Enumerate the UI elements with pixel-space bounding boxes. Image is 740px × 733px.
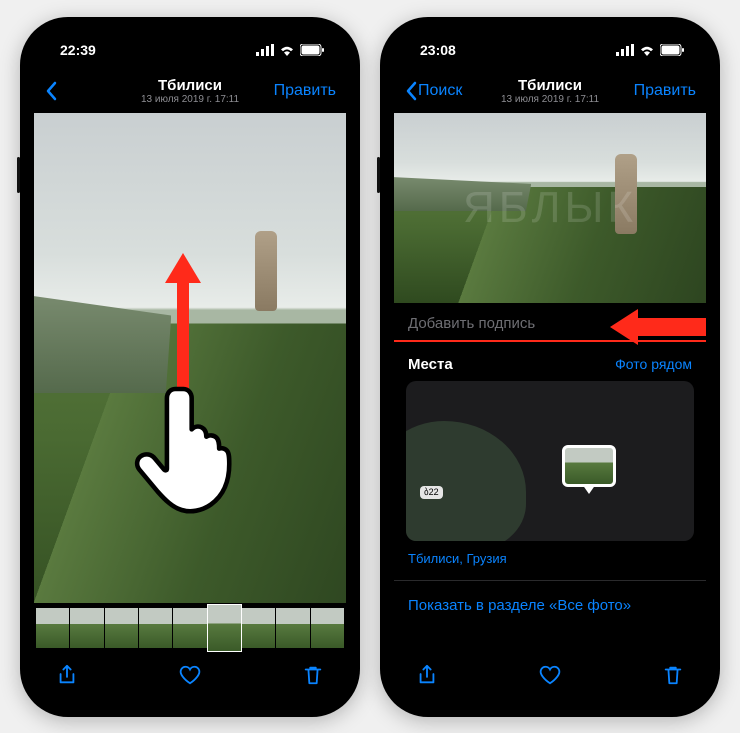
share-button[interactable]	[56, 664, 78, 691]
photo	[34, 113, 346, 653]
trash-icon	[662, 664, 684, 686]
thumb[interactable]	[36, 608, 69, 648]
nav-title: Тбилиси	[114, 77, 266, 94]
notch	[110, 17, 270, 43]
share-icon	[56, 664, 78, 686]
heart-icon	[539, 664, 561, 686]
divider	[394, 580, 706, 581]
wifi-icon	[639, 44, 655, 56]
share-icon	[416, 664, 438, 686]
status-time: 22:39	[60, 42, 96, 58]
share-button[interactable]	[416, 664, 438, 691]
nav-subtitle: 13 июля 2019 г. 17:11	[114, 94, 266, 105]
thumbnail-strip[interactable]	[34, 603, 346, 653]
battery-icon	[300, 44, 324, 56]
edit-button[interactable]: Править	[266, 82, 336, 100]
nav-bar: Поиск Тбилиси 13 июля 2019 г. 17:11 Прав…	[394, 69, 706, 113]
thumb-selected[interactable]	[208, 605, 241, 651]
nav-title-group: Тбилиси 13 июля 2019 г. 17:11	[474, 77, 626, 105]
favorite-button[interactable]	[539, 664, 561, 691]
wifi-icon	[279, 44, 295, 56]
nav-bar: Тбилиси 13 июля 2019 г. 17:11 Править	[34, 69, 346, 113]
thumb[interactable]	[276, 608, 309, 648]
nav-subtitle: 13 июля 2019 г. 17:11	[474, 94, 626, 105]
map-pin[interactable]	[562, 445, 616, 487]
delete-button[interactable]	[302, 664, 324, 691]
map-preview[interactable]: ბ22	[406, 381, 694, 541]
callout-arrow-icon	[610, 309, 706, 345]
photo-preview[interactable]: ЯБЛЫК	[394, 113, 706, 303]
chevron-left-icon	[404, 81, 418, 101]
nav-title: Тбилиси	[474, 77, 626, 94]
photo-viewer[interactable]	[34, 113, 346, 653]
status-indicators	[616, 44, 684, 56]
chevron-left-icon	[44, 81, 58, 101]
thumb[interactable]	[311, 608, 344, 648]
favorite-button[interactable]	[179, 664, 201, 691]
places-heading: Места	[408, 356, 453, 373]
edit-button[interactable]: Править	[626, 82, 696, 100]
notch	[470, 17, 630, 43]
nearby-photos-link[interactable]: Фото рядом	[615, 356, 692, 372]
heart-icon	[179, 664, 201, 686]
photo	[394, 113, 706, 303]
nav-title-group: Тбилиси 13 июля 2019 г. 17:11	[114, 77, 266, 105]
battery-icon	[660, 44, 684, 56]
thumb[interactable]	[105, 608, 138, 648]
toolbar	[34, 653, 346, 703]
trash-icon	[302, 664, 324, 686]
caption-input[interactable]: Добавить подпись	[394, 303, 706, 342]
road-label: ბ22	[420, 486, 443, 499]
back-label: Поиск	[418, 82, 462, 100]
signal-icon	[256, 44, 274, 56]
thumb[interactable]	[173, 608, 206, 648]
thumb[interactable]	[139, 608, 172, 648]
phone-left: 22:39 Тбилиси 13 июля 2019 г. 17:11 Прав…	[20, 17, 360, 717]
delete-button[interactable]	[662, 664, 684, 691]
back-button[interactable]: Поиск	[404, 81, 474, 101]
location-link[interactable]: Тбилиси, Грузия	[394, 541, 706, 580]
status-indicators	[256, 44, 324, 56]
signal-icon	[616, 44, 634, 56]
caption-placeholder: Добавить подпись	[408, 315, 535, 332]
show-in-all-photos[interactable]: Показать в разделе «Все фото»	[394, 583, 706, 628]
back-button[interactable]	[44, 81, 114, 101]
thumb[interactable]	[242, 608, 275, 648]
photo-details-panel[interactable]: ЯБЛЫК Добавить подпись Места Фото рядом …	[394, 113, 706, 653]
places-header: Места Фото рядом	[394, 342, 706, 381]
phone-right: 23:08 Поиск Тбилиси 13 июля 2019 г. 17:1…	[380, 17, 720, 717]
thumb[interactable]	[70, 608, 103, 648]
status-time: 23:08	[420, 42, 456, 58]
toolbar	[394, 653, 706, 703]
screen: 22:39 Тбилиси 13 июля 2019 г. 17:11 Прав…	[34, 31, 346, 703]
screen: 23:08 Поиск Тбилиси 13 июля 2019 г. 17:1…	[394, 31, 706, 703]
